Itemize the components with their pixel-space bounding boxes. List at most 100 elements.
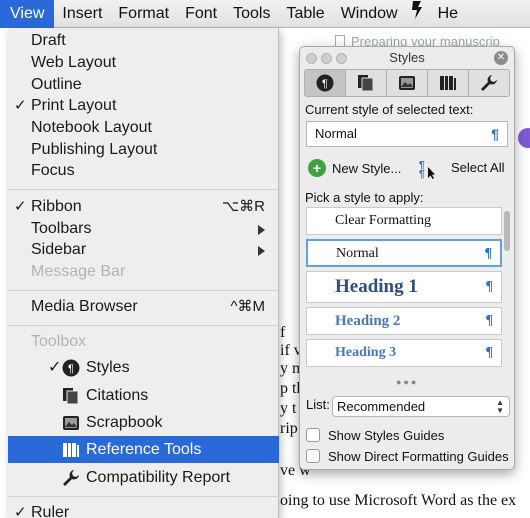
svg-text:¶: ¶	[322, 78, 328, 90]
menu-view[interactable]: View	[0, 0, 55, 28]
list-label: List:	[306, 397, 330, 412]
updown-arrows-icon: ▲ ▼	[496, 398, 504, 415]
menu-bar: View Insert Format Font Tools Table Wind…	[0, 0, 530, 28]
style-item-label: Heading 1	[335, 276, 418, 297]
show-styles-guides-label: Show Styles Guides	[328, 427, 445, 443]
checkmark-icon: ✓	[14, 198, 27, 215]
menu-separator	[8, 496, 279, 497]
menu-item-styles[interactable]: ✓ ¶ Styles	[8, 354, 279, 381]
show-styles-guides-checkbox[interactable]	[306, 428, 320, 442]
menu-item-ribbon[interactable]: ✓ Ribbon ⌥⌘R	[8, 196, 279, 218]
style-item-label: Heading 2	[335, 313, 401, 329]
style-list-scrollbar[interactable]	[504, 211, 510, 251]
menu-window[interactable]: Window	[333, 0, 406, 28]
menu-item-label: Scrapbook	[86, 414, 163, 431]
show-direct-formatting-guides-label: Show Direct Formatting Guides	[328, 448, 509, 464]
menu-item-label: Print Layout	[31, 97, 117, 114]
menu-item-label: Media Browser	[31, 298, 138, 315]
menu-item-media-browser[interactable]: Media Browser ^⌘M	[8, 296, 279, 318]
panel-title: Styles	[389, 50, 425, 65]
script-menu-icon[interactable]	[406, 0, 428, 28]
menu-item-notebook-layout[interactable]: Notebook Layout	[8, 117, 279, 139]
menu-item-ruler[interactable]: ✓ Ruler	[8, 502, 279, 518]
pilcrow-icon: ¶	[485, 345, 493, 360]
checkmark-icon: ✓	[14, 504, 27, 518]
style-item-label: Normal	[336, 246, 379, 261]
menu-item-compatibility-report[interactable]: Compatibility Report	[8, 464, 279, 491]
menu-item-message-bar: Message Bar	[31, 263, 126, 280]
menu-item-reference-tools[interactable]: Reference Tools	[8, 436, 279, 463]
menu-font[interactable]: Font	[177, 0, 225, 28]
plus-icon: +	[308, 159, 326, 177]
menu-separator	[8, 325, 279, 326]
citations-tab-icon[interactable]	[346, 70, 387, 96]
new-style-button[interactable]: + New Style...	[308, 157, 401, 179]
list-filter-select[interactable]: Recommended ▲ ▼	[332, 396, 510, 417]
style-item-normal[interactable]: Normal ¶	[306, 239, 502, 267]
menu-item-label: Ruler	[31, 504, 70, 518]
style-item-label: Heading 3	[335, 345, 397, 360]
citations-icon	[62, 387, 80, 405]
document-line: oing to use Microsoft Word as the ex	[280, 492, 517, 509]
menu-item-focus[interactable]: Focus	[8, 160, 279, 182]
show-direct-formatting-guides-row[interactable]: Show Direct Formatting Guides	[306, 447, 509, 465]
menu-item-citations[interactable]: Citations	[8, 382, 279, 409]
menu-header-toolbox: Toolbox	[31, 333, 87, 350]
menu-item-scrapbook[interactable]: Scrapbook	[8, 409, 279, 436]
scrapbook-tab-icon[interactable]	[387, 70, 428, 96]
menu-item-label: Toolbars	[31, 220, 92, 237]
show-styles-guides-row[interactable]: Show Styles Guides	[306, 426, 444, 444]
menu-separator	[8, 290, 279, 291]
show-direct-formatting-guides-checkbox[interactable]	[306, 449, 320, 463]
menu-item-print-layout[interactable]: ✓ Print Layout	[8, 95, 279, 117]
svg-text:¶: ¶	[419, 169, 425, 179]
reference-tools-tab-icon[interactable]	[428, 70, 469, 96]
style-item-heading-1[interactable]: Heading 1 ¶	[306, 271, 502, 303]
submenu-arrow-icon	[258, 246, 265, 256]
menu-item-outline[interactable]: Outline	[8, 74, 279, 96]
pilcrow-icon: ¶	[491, 126, 499, 142]
menu-item-web-layout[interactable]: Web Layout	[8, 52, 279, 74]
style-item-label: Clear Formatting	[335, 213, 432, 228]
style-item-heading-2[interactable]: Heading 2 ¶	[306, 307, 502, 335]
menu-item-label: Citations	[86, 387, 149, 404]
menu-item-toolbars[interactable]: Toolbars	[8, 218, 279, 240]
styles-icon: ¶	[62, 359, 80, 377]
close-icon[interactable]: ✕	[494, 51, 508, 65]
compatibility-tab-icon[interactable]	[469, 70, 509, 96]
current-style-value: Normal	[315, 126, 357, 141]
menu-table[interactable]: Table	[278, 0, 332, 28]
menu-item-label: Compatibility Report	[86, 469, 231, 486]
resize-handle[interactable]: ●●●	[396, 377, 418, 387]
pick-style-label: Pick a style to apply:	[305, 190, 424, 205]
style-list: Clear Formatting Normal ¶ Heading 1 ¶ He…	[306, 207, 502, 373]
menu-insert[interactable]: Insert	[54, 0, 110, 28]
pilcrow-icon: ¶	[485, 313, 493, 328]
select-all-icon[interactable]: ¶ ¶	[417, 159, 435, 180]
menu-help[interactable]: He	[428, 0, 462, 28]
menu-item-label: Styles	[86, 359, 130, 376]
menu-item-draft[interactable]: Draft	[8, 30, 279, 52]
toolbox-tabs: ¶	[304, 69, 510, 97]
svg-text:¶: ¶	[68, 363, 74, 375]
menu-item-publishing-layout[interactable]: Publishing Layout	[8, 139, 279, 161]
style-item-clear-formatting[interactable]: Clear Formatting	[306, 207, 502, 235]
new-style-label: New Style...	[332, 160, 402, 176]
list-filter-value: Recommended	[337, 399, 426, 414]
style-item-heading-3[interactable]: Heading 3 ¶	[306, 339, 502, 367]
reference-tools-icon	[62, 441, 80, 459]
styles-tab-icon[interactable]: ¶	[305, 70, 346, 96]
view-menu: Draft Web Layout Outline ✓ Print Layout …	[8, 28, 279, 518]
submenu-arrow-icon	[258, 225, 265, 235]
menu-format[interactable]: Format	[110, 0, 177, 28]
wrench-icon	[62, 469, 80, 487]
pilcrow-icon: ¶	[485, 279, 493, 294]
select-all-button[interactable]: Select All	[451, 160, 504, 175]
menu-item-label: Ribbon	[31, 198, 82, 215]
current-style-field: Normal ¶	[306, 121, 508, 147]
menu-tools[interactable]: Tools	[225, 0, 278, 28]
current-style-label: Current style of selected text:	[305, 102, 474, 117]
menu-separator	[8, 189, 279, 190]
menu-item-label: Reference Tools	[86, 441, 202, 458]
menu-item-sidebar[interactable]: Sidebar	[8, 239, 279, 261]
